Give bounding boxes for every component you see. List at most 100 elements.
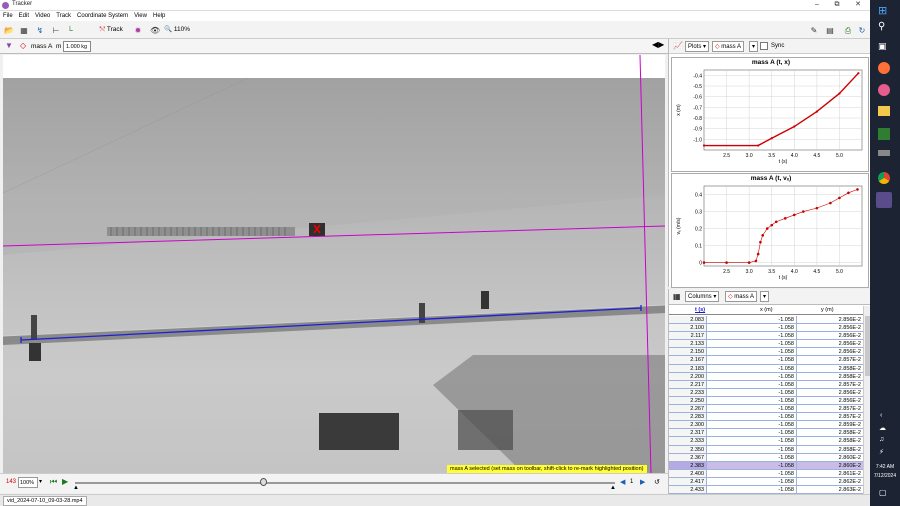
cell-t[interactable]: 2.417 [669,477,707,485]
table-row[interactable]: 2.150 -1.058 2.856E-2 [669,348,863,357]
menu-track[interactable]: Track [56,11,71,21]
cell-x[interactable]: -1.058 [707,413,797,421]
mass-input[interactable]: 1.000 kg [63,41,91,52]
print-icon[interactable]: ⎙ [842,24,854,36]
table-row[interactable]: 2.317 -1.058 2.858E-2 [669,429,863,438]
table-row[interactable]: 2.167 -1.058 2.857E-2 [669,356,863,365]
columns-button[interactable]: Columns ▾ [685,291,720,302]
column-header-y[interactable]: y (m) [821,306,834,315]
cell-y[interactable]: 2.856E-2 [797,316,863,323]
cell-y[interactable]: 2.856E-2 [797,397,863,404]
table-row[interactable]: 2.183 -1.058 2.858E-2 [669,364,863,373]
music-app-icon[interactable] [878,84,890,96]
restore-button[interactable]: ⧉ [828,0,846,10]
table-row[interactable]: 2.283 -1.058 2.857E-2 [669,413,863,422]
calculator-icon[interactable] [878,128,890,140]
cell-x[interactable]: -1.058 [707,445,797,453]
cell-x[interactable]: -1.058 [707,405,797,413]
go-to-start-icon[interactable]: ⏮ [50,477,57,487]
cell-y[interactable]: 2.860E-2 [797,462,863,469]
cell-t[interactable]: 2.217 [669,380,707,388]
cell-x[interactable]: -1.058 [707,469,797,477]
table-row[interactable]: 2.100 -1.058 2.856E-2 [669,324,863,333]
cell-x[interactable]: -1.058 [707,421,797,429]
column-header-t[interactable]: t (s) [695,306,705,315]
cell-t[interactable]: 2.200 [669,372,707,380]
cell-y[interactable]: 2.856E-2 [797,324,863,331]
table-track-button[interactable]: ◇ mass A [725,291,757,302]
windows-start-icon[interactable]: ⊞ [878,4,887,17]
table-row[interactable]: 2.267 -1.058 2.857E-2 [669,405,863,414]
cell-x[interactable]: -1.058 [707,429,797,437]
cell-t[interactable]: 2.150 [669,348,707,356]
menu-edit[interactable]: Edit [19,11,29,21]
table-row[interactable]: 2.133 -1.058 2.856E-2 [669,340,863,349]
cell-t[interactable]: 2.300 [669,421,707,429]
cell-x[interactable]: -1.058 [707,477,797,485]
column-header-x[interactable]: x (m) [760,306,773,315]
position-plot[interactable]: mass A (t, x) 2.5 3.0 3.5 4.0 4.5 5.0 -0.4 -0.5… [671,57,869,172]
notes-icon[interactable]: ▤ [824,24,836,36]
frame-number[interactable]: 143 [6,479,16,485]
table-row[interactable]: 2.117 -1.058 2.856E-2 [669,332,863,341]
clock-date[interactable]: 7/12/2024 [870,473,900,479]
minimize-button[interactable]: – [808,0,826,10]
cell-x[interactable]: -1.058 [707,396,797,405]
save-icon[interactable]: ▦ [18,24,30,36]
playback-rate[interactable]: 100% [18,477,38,488]
task-view-icon[interactable]: ▣ [878,41,887,52]
rate-spinner-icon[interactable]: ▾ [39,478,42,485]
cell-t[interactable]: 2.183 [669,364,707,372]
close-button[interactable]: ✕ [849,0,867,10]
cell-x[interactable]: -1.058 [707,461,797,469]
timeline-slider[interactable] [75,482,615,484]
cell-t[interactable]: 2.267 [669,405,707,413]
menu-coordinate-system[interactable]: Coordinate System [77,11,128,21]
cell-y[interactable]: 2.860E-2 [797,454,863,461]
loop-icon[interactable]: ↺ [654,478,660,486]
menu-help[interactable]: Help [153,11,165,21]
collapse-arrows-icon[interactable]: ◀▶ [652,40,664,49]
firefox-icon[interactable] [878,62,890,74]
cell-y[interactable]: 2.857E-2 [797,413,863,420]
cell-t[interactable]: 2.433 [669,485,707,494]
cell-x[interactable]: -1.058 [707,485,797,494]
network-icon[interactable]: ☁ [879,424,886,432]
track-filter-icon[interactable]: ▼ [5,41,13,50]
tray-chevron-icon[interactable]: ‹ [880,412,882,419]
cell-t[interactable]: 2.100 [669,324,707,332]
cell-x[interactable]: -1.058 [707,316,797,324]
table-row[interactable]: 2.367 -1.058 2.860E-2 [669,453,863,462]
cell-y[interactable]: 2.858E-2 [797,429,863,436]
view-eye-icon[interactable]: 👁 [149,24,161,36]
cell-y[interactable]: 2.863E-2 [797,486,863,493]
tape-measure-icon[interactable]: └ [64,24,76,36]
table-row[interactable]: 2.200 -1.058 2.858E-2 [669,372,863,381]
power-icon[interactable]: ⚡ [879,448,884,456]
video-view[interactable]: mass A selected (set mass on toolbar, sh… [3,55,665,473]
video-file-tab[interactable]: vid_2024-07-10_09-03-28.mp4 [3,496,87,506]
play-icon[interactable]: ▶ [62,477,68,486]
menu-file[interactable]: File [3,11,13,21]
cell-x[interactable]: -1.058 [707,340,797,348]
table-row[interactable]: 2.233 -1.058 2.856E-2 [669,388,863,397]
table-row[interactable]: 2.433 -1.058 2.863E-2 [669,485,863,494]
start-marker-icon[interactable]: ▲ [73,485,79,491]
pencil-icon[interactable]: ✎ [808,24,820,36]
table-row[interactable]: 2.250 -1.058 2.856E-2 [669,396,863,406]
calibration-tools-icon[interactable]: ↯ [34,24,46,36]
cell-t[interactable]: 2.083 [669,316,707,324]
plot-track-button[interactable]: ◇ mass A [712,41,744,52]
cell-y[interactable]: 2.857E-2 [797,405,863,412]
refresh-icon[interactable]: ↻ [856,24,868,36]
cell-y[interactable]: 2.856E-2 [797,340,863,347]
cell-x[interactable]: -1.058 [707,364,797,372]
cell-x[interactable]: -1.058 [707,324,797,332]
cell-t[interactable]: 2.250 [669,396,707,405]
cell-t[interactable]: 2.233 [669,388,707,396]
zoom-control[interactable]: 🔍 110% [164,24,190,36]
cell-y[interactable]: 2.861E-2 [797,470,863,477]
cell-t[interactable]: 2.133 [669,340,707,348]
cell-t[interactable]: 2.283 [669,413,707,421]
tracker-taskbar-icon[interactable] [876,192,892,208]
